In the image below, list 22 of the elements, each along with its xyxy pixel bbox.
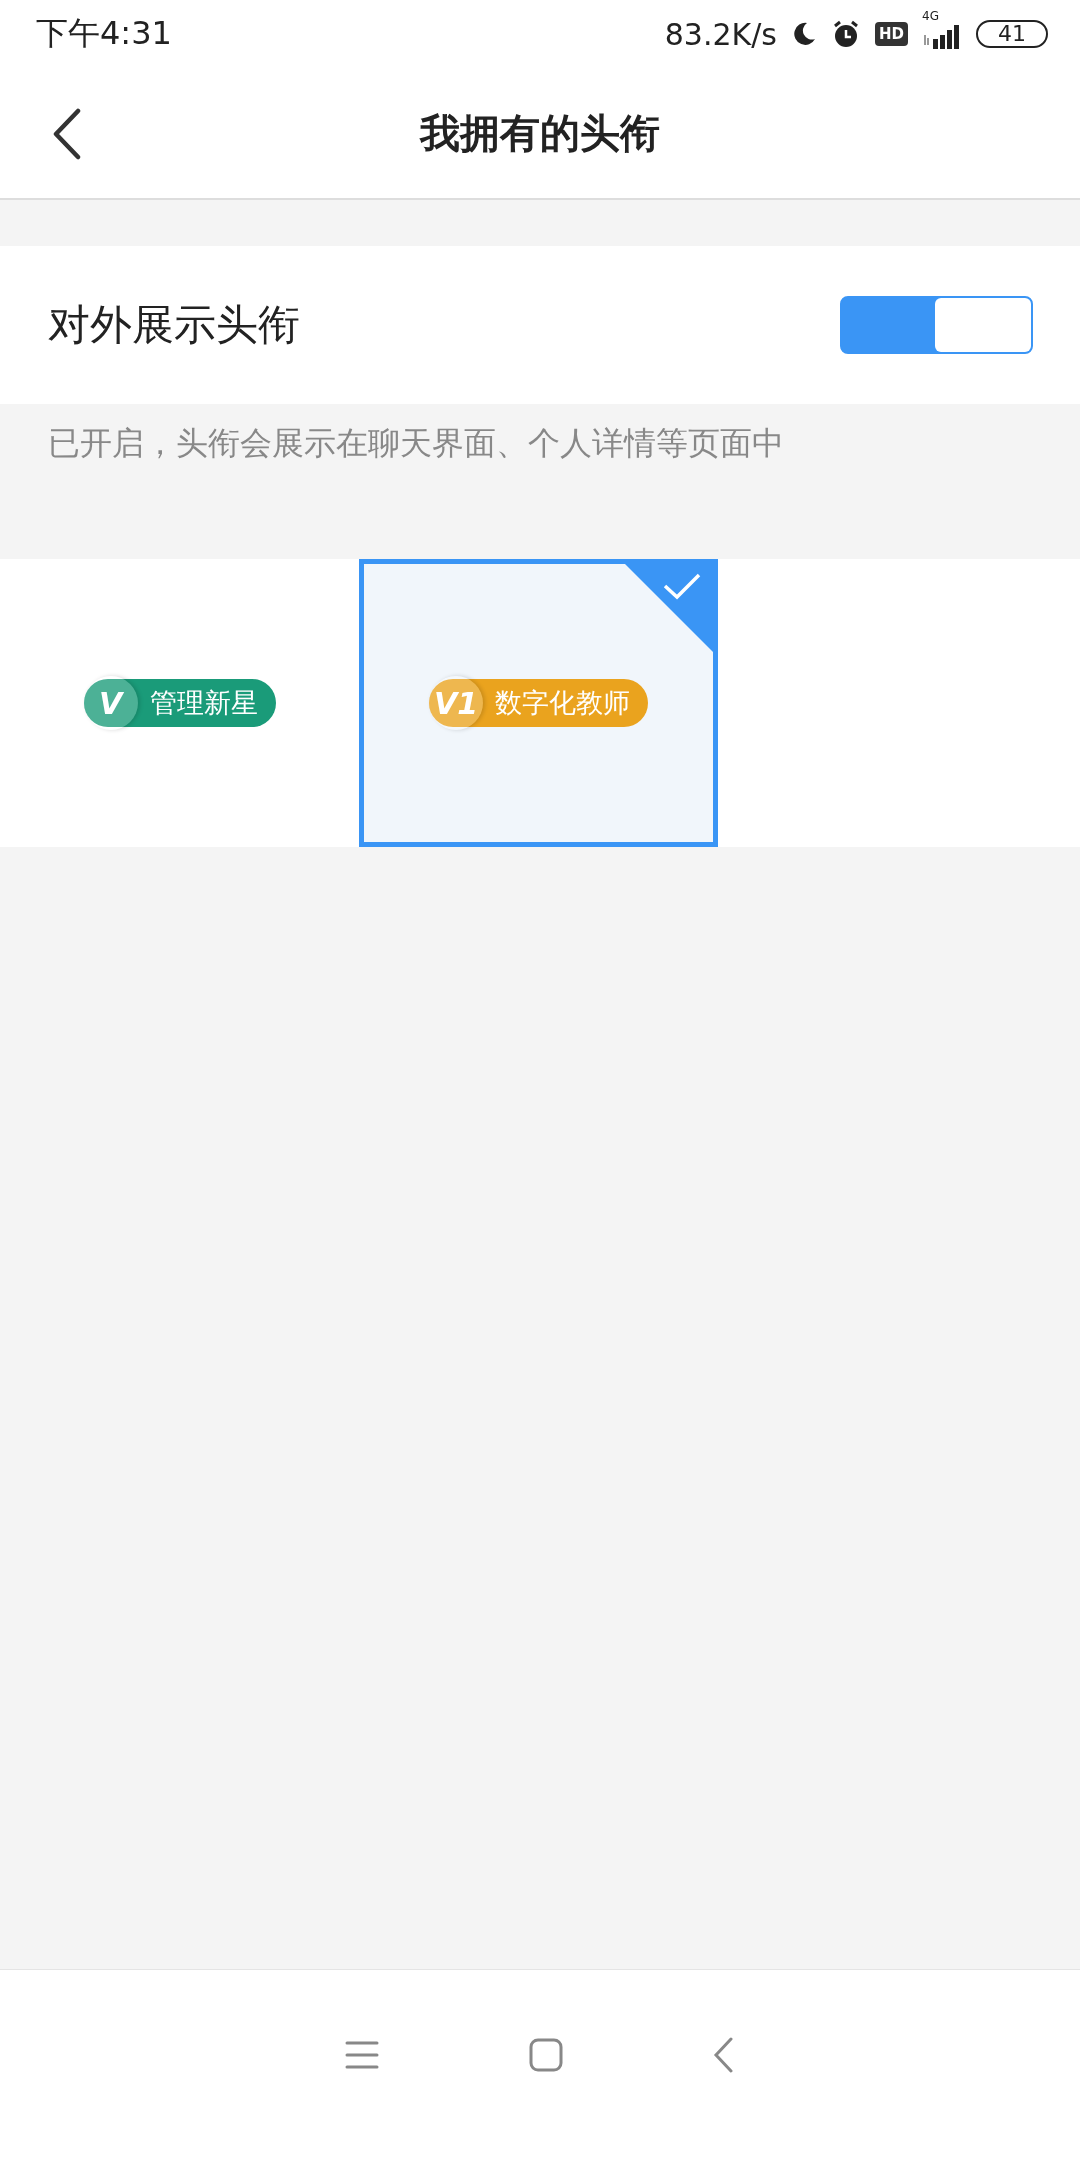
menu-icon[interactable] [345,2040,379,2070]
hd-badge: HD [875,22,908,46]
battery-indicator: 41 [976,20,1048,48]
network-type: 4G [922,9,939,23]
level-emblem: V [83,676,138,730]
title-name: 数字化教师 [495,686,630,720]
title-name: 管理新星 [149,686,258,720]
display-toggle[interactable] [840,296,1033,354]
network-speed: 83.2K/s [664,16,777,52]
title-card[interactable]: V 管理新星 [0,559,359,847]
alarm-clock-icon [831,19,861,49]
back-icon[interactable] [52,108,82,160]
moon-icon [791,21,817,47]
setting-label: 对外展示头衔 [48,299,300,351]
status-time: 下午4:31 [36,13,172,54]
hint-text: 已开启，头衔会展示在聊天界面、个人详情等页面中 [48,424,784,462]
page-title: 我拥有的头衔 [420,108,660,158]
home-icon[interactable] [529,2038,563,2072]
level-emblem: V1 [429,676,483,730]
check-corner-icon [625,564,713,652]
title-card[interactable]: V1 数字化教师 [359,559,718,847]
signal-icon [922,23,962,51]
